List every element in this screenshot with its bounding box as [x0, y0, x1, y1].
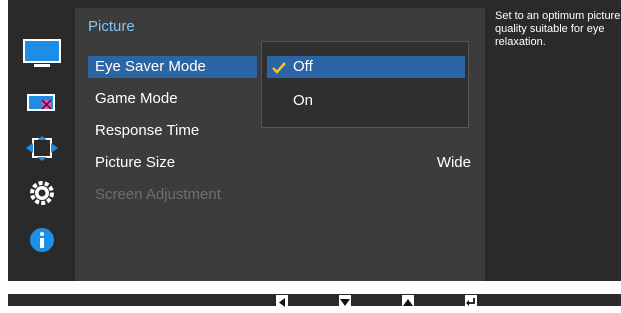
option-label: Off [293, 58, 313, 75]
up-arrow-key-icon [402, 295, 414, 306]
menu-item-label: Game Mode [95, 90, 178, 107]
main-panel: Picture Eye Saver Mode Game Mode Respons… [75, 8, 485, 281]
menu-item-label: Screen Adjustment [95, 186, 221, 203]
menu-item-game-mode[interactable]: Game Mode [88, 88, 257, 110]
option-label: On [293, 92, 314, 109]
left-arrow-key-icon [276, 295, 288, 307]
checkmark-icon [271, 60, 287, 82]
menu-item-eye-saver-mode[interactable]: Eye Saver Mode [88, 56, 257, 78]
enter-key-icon [465, 295, 477, 306]
option-off[interactable]: Off [267, 56, 465, 78]
menu-title: Picture [88, 18, 135, 35]
option-on[interactable]: On [267, 90, 465, 112]
info-icon[interactable] [22, 225, 62, 260]
help-text: Set to an optimum picture quality suitab… [495, 10, 621, 48]
menu-item-picture-size[interactable]: Picture Size [88, 152, 257, 174]
color-icon[interactable] [22, 92, 62, 119]
menu-item-response-time[interactable]: Response Time [88, 120, 257, 142]
menu-item-label: Eye Saver Mode [95, 58, 206, 75]
eye-saver-dropdown: Off On [261, 41, 469, 128]
menu-item-screen-adjustment: Screen Adjustment [88, 184, 257, 206]
menu-item-label: Picture Size [95, 154, 176, 171]
sidebar [8, 0, 75, 281]
key-guide-bar [8, 294, 621, 307]
picture-size-value: Wide [436, 154, 471, 171]
osd-window: Picture Eye Saver Mode Game Mode Respons… [8, 0, 621, 281]
menu-item-label: Response Time [95, 122, 200, 139]
picture-icon[interactable] [22, 38, 62, 75]
size-position-icon[interactable] [22, 135, 62, 168]
down-arrow-key-icon [339, 295, 351, 306]
settings-icon[interactable] [22, 178, 62, 213]
